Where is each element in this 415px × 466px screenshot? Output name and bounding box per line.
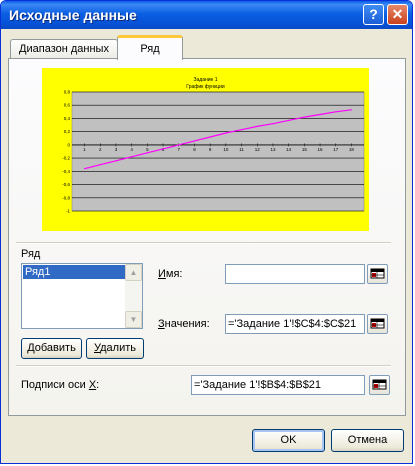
name-hotkey: И: [158, 268, 166, 280]
name-input[interactable]: [225, 264, 365, 284]
series-listbox[interactable]: Ряд1 ▲ ▼: [21, 263, 143, 329]
tab-strip: Диапазон данных Ряд: [8, 35, 408, 60]
add-label: обавить: [34, 342, 76, 354]
close-button[interactable]: ✕: [387, 4, 408, 25]
data-point: [83, 168, 86, 170]
x-tick-label: 13: [270, 147, 276, 152]
data-point: [240, 129, 243, 131]
values-hotkey: З: [158, 318, 165, 330]
x-tick-label: 11: [239, 147, 244, 152]
data-point: [115, 160, 117, 162]
y-tick-label: -1: [66, 209, 70, 214]
x-tick-label: 15: [302, 147, 308, 152]
data-point: [303, 116, 305, 118]
dialog-window: Исходные данные ? ✕ Диапазон данных Ряд …: [0, 0, 413, 464]
name-range-button[interactable]: [367, 264, 388, 284]
xaxis-input[interactable]: ='Задание 1'!$B$4:$B$21: [191, 375, 365, 395]
values-label-text: начения:: [164, 318, 210, 330]
data-point: [335, 111, 337, 113]
remove-label: далить: [100, 342, 136, 354]
x-tick-label: 16: [318, 147, 324, 152]
data-point: [162, 148, 164, 150]
data-point: [256, 125, 258, 127]
x-tick-label: 10: [223, 147, 229, 152]
name-label-text: мя:: [165, 268, 183, 280]
range-selector-icon: [372, 379, 387, 390]
window-title: Исходные данные: [9, 7, 137, 23]
values-input[interactable]: ='Задание 1'!$C$4:$C$21: [225, 314, 365, 334]
close-icon: ✕: [391, 6, 404, 22]
chart-svg: 0,80,60,40,20-0,2-0,4-0,6-0,8-1123456789…: [62, 90, 365, 214]
data-point: [178, 144, 180, 146]
range-selector-icon: [370, 318, 385, 329]
separator-top: [16, 242, 391, 244]
y-tick-label: -0,4: [62, 169, 70, 174]
data-point: [209, 136, 211, 138]
values-range-button[interactable]: [367, 314, 388, 334]
name-label: Имя:: [158, 268, 182, 280]
triangle-down-icon[interactable]: ▼: [125, 311, 142, 328]
data-point: [272, 123, 274, 125]
tab-data-range[interactable]: Диапазон данных: [10, 39, 118, 59]
x-tick-label: 14: [286, 147, 292, 152]
data-point: [288, 119, 290, 122]
data-point: [319, 113, 321, 116]
data-point: [131, 156, 133, 158]
help-button[interactable]: ?: [363, 4, 384, 25]
y-tick-label: 0: [67, 142, 70, 147]
add-series-button[interactable]: Добавить: [21, 338, 82, 359]
data-point: [146, 152, 148, 154]
xaxis-label-suffix: :: [96, 379, 100, 391]
y-tick-label: -0,2: [62, 156, 70, 161]
y-tick-label: -0,6: [62, 182, 70, 187]
xaxis-label: Подписи оси X:: [21, 379, 99, 391]
separator-bottom: [16, 365, 391, 367]
cancel-button[interactable]: Отмена: [331, 429, 404, 452]
series-group-label: Ряд: [21, 248, 41, 260]
xaxis-range-button[interactable]: [369, 375, 390, 395]
data-point: [99, 164, 101, 166]
add-hotkey: Д: [27, 342, 35, 354]
chart-title: Задание 1: [193, 77, 218, 83]
chart-preview: 0,80,60,40,20-0,2-0,4-0,6-0,8-1123456789…: [42, 68, 369, 231]
y-tick-label: 0,2: [64, 129, 71, 134]
data-point: [193, 140, 196, 142]
chart-subtitle: График функции: [186, 84, 225, 90]
y-tick-label: -0,8: [62, 195, 70, 200]
data-point: [350, 109, 353, 111]
tab-series[interactable]: Ряд: [117, 35, 183, 60]
help-icon: ?: [369, 6, 378, 22]
y-tick-label: 0,8: [64, 90, 71, 95]
range-selector-icon: [370, 268, 385, 279]
remove-series-button[interactable]: Удалить: [86, 338, 144, 359]
ok-button[interactable]: OK: [252, 429, 325, 452]
series-scrollbar[interactable]: ▲ ▼: [125, 264, 142, 328]
y-tick-label: 0,6: [64, 103, 71, 108]
data-point: [225, 132, 227, 134]
y-tick-label: 0,4: [64, 116, 71, 121]
triangle-up-icon[interactable]: ▲: [125, 264, 142, 281]
xaxis-label-prefix: Подписи оси: [21, 379, 89, 391]
x-tick-label: 18: [349, 147, 355, 152]
series-list-item[interactable]: Ряд1: [23, 265, 126, 279]
values-label: Значения:: [158, 318, 210, 330]
title-bar[interactable]: Исходные данные ? ✕: [1, 1, 412, 29]
x-tick-label: 12: [255, 147, 261, 152]
x-tick-label: 17: [333, 147, 339, 152]
